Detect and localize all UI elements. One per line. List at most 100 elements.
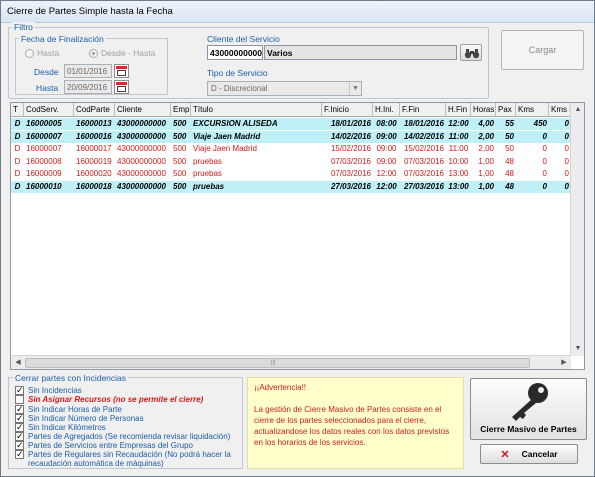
table-cell: 16000020: [76, 169, 112, 178]
table-cell: 0: [564, 169, 569, 178]
cierre-masivo-label: Cierre Masivo de Partes: [480, 424, 577, 434]
column-header[interactable]: F.Fin: [400, 103, 446, 117]
scroll-right-icon[interactable]: ▶: [557, 356, 571, 369]
radio-desde-hasta[interactable]: Desde - Hasta: [89, 48, 155, 58]
incidencia-option[interactable]: Sin Indicar Kilómetros: [15, 422, 240, 433]
cargar-button[interactable]: Cargar: [501, 30, 584, 70]
incidencia-option[interactable]: Sin Indicar Horas de Parte: [15, 404, 240, 415]
table-row[interactable]: D 16000010 16000018 43000000000 500 pruebas 27…: [11, 180, 578, 193]
table-cell: pruebas: [193, 156, 222, 166]
table-cell: 07/03/2016: [330, 156, 371, 166]
tipo-servicio-value: D - Discrecional: [211, 84, 268, 93]
warning-panel: ¡¡Advertencia!! La gestión de Cierre Mas…: [247, 377, 464, 469]
table-cell: Viaje Jaen Madrid: [193, 144, 257, 153]
table-cell: 55: [505, 119, 514, 128]
table-row[interactable]: D 16000005 16000013 43000000000 500 EXCURSION…: [11, 118, 579, 130]
column-header[interactable]: CodServ.: [24, 103, 74, 117]
column-header[interactable]: Pax: [496, 103, 516, 117]
hasta-date-field[interactable]: 20/09/2016: [64, 80, 112, 94]
table-cell: 2,00: [478, 131, 494, 141]
checkbox[interactable]: [15, 385, 24, 396]
table-cell: 50: [505, 131, 514, 141]
desde-date-field[interactable]: 01/01/2016: [64, 64, 112, 78]
cierre-masivo-button[interactable]: Cierre Masivo de Partes: [470, 378, 587, 440]
table-cell: 16000010: [26, 181, 62, 191]
table-cell: 16000008: [26, 156, 62, 166]
column-header[interactable]: Kms: [516, 103, 549, 117]
table-cell: 48: [505, 169, 514, 178]
table-cell: 16000018: [76, 181, 112, 191]
radio-hasta[interactable]: Hasta: [25, 48, 59, 58]
hasta-label: Hasta: [36, 83, 59, 93]
table-cell: D: [14, 131, 21, 141]
incidencia-option[interactable]: Sin Indicar Número de Personas: [15, 413, 240, 424]
table-cell: 500: [173, 169, 187, 178]
table-cell: 1,00: [478, 169, 494, 178]
column-header[interactable]: Cliente: [115, 103, 171, 117]
scroll-left-icon[interactable]: ◀: [11, 356, 25, 369]
cancelar-button[interactable]: ✕ Cancelar: [480, 444, 578, 464]
radio-desde-hasta-circle: [89, 48, 98, 58]
table-cell: 1,00: [478, 156, 494, 166]
incidencia-label: Partes de Servicios entre Empresas del G…: [28, 441, 193, 450]
hasta-calendar-icon[interactable]: [114, 80, 129, 94]
partes-grid[interactable]: T CodServ. CodParte Cliente Emp Título F.Inici…: [10, 102, 585, 370]
table-cell: 12:00: [376, 181, 397, 191]
scroll-down-icon[interactable]: ▼: [571, 342, 584, 356]
checkbox[interactable]: [15, 395, 24, 404]
table-row[interactable]: D 16000008 16000019 43000000000 500 pruebas 07…: [11, 156, 579, 168]
incidencia-option[interactable]: Partes de Regulares sin Recaudación (No …: [15, 449, 240, 468]
desde-calendar-icon[interactable]: [114, 64, 129, 78]
table-cell: 500: [173, 119, 187, 128]
table-cell: 16000019: [76, 156, 112, 166]
scroll-up-icon[interactable]: ▲: [571, 103, 584, 117]
table-row[interactable]: D 16000009 16000020 43000000000 500 pruebas 07…: [11, 168, 579, 180]
horizontal-scrollbar[interactable]: ◀ ||| ▶: [11, 355, 571, 369]
column-header[interactable]: Horas: [471, 103, 496, 117]
table-cell: 16000016: [76, 131, 112, 141]
vertical-scrollbar[interactable]: ▲ ▼: [570, 103, 584, 356]
incidencia-label: Sin Asignar Recursos (no se permite el c…: [28, 395, 204, 404]
table-cell: 43000000000: [117, 131, 166, 141]
title-bar: Cierre de Partes Simple hasta la Fecha: [1, 1, 594, 23]
table-row[interactable]: D 16000007 16000016 43000000000 500 Viaje Jae…: [11, 130, 578, 143]
table-cell: 0: [542, 144, 547, 153]
incidencia-label: Sin Indicar Número de Personas: [28, 414, 144, 423]
table-cell: 2,00: [478, 144, 494, 153]
column-header[interactable]: T: [11, 103, 24, 117]
tipo-servicio-select[interactable]: D - Discrecional ▼: [207, 81, 362, 96]
table-cell: D: [14, 181, 21, 191]
table-row[interactable]: D 16000007 16000017 43000000000 500 Viaje Jae…: [11, 143, 579, 155]
table-cell: 08:00: [376, 119, 397, 128]
incidencia-label: Partes de Agregados (Se recomienda revis…: [28, 432, 231, 441]
table-cell: 48: [505, 181, 514, 191]
table-cell: 50: [505, 144, 514, 153]
incidencia-option[interactable]: Sin Asignar Recursos (no se permite el c…: [15, 395, 240, 404]
scroll-thumb[interactable]: |||: [25, 358, 530, 368]
table-cell: 07/03/2016: [403, 156, 444, 166]
table-cell: Viaje Jaen Madrid: [193, 131, 261, 141]
column-header[interactable]: H.Ini.: [373, 103, 400, 117]
incidencia-label: Sin Incidencias: [28, 386, 82, 395]
search-binoculars-button[interactable]: [460, 44, 482, 61]
table-cell: 43000000000: [117, 169, 166, 178]
table-cell: 0: [564, 131, 569, 141]
column-header[interactable]: Kms Ex.: [549, 103, 571, 117]
table-cell: 11:00: [448, 131, 469, 141]
incidencia-label: Sin Indicar Horas de Parte: [28, 405, 122, 414]
table-cell: 43000000000: [117, 181, 166, 191]
table-cell: 16000009: [26, 169, 62, 178]
incidencia-option[interactable]: Partes de Agregados (Se recomienda revis…: [15, 431, 240, 442]
table-cell: 18/01/2016: [403, 119, 444, 128]
incidencia-option[interactable]: Sin Incidencias: [15, 385, 240, 396]
cliente-code-field[interactable]: 43000000000: [207, 45, 263, 60]
incidencia-option[interactable]: Partes de Servicios entre Empresas del G…: [15, 440, 240, 451]
column-header[interactable]: Emp: [171, 103, 191, 117]
column-header[interactable]: Título: [191, 103, 322, 117]
table-cell: 450: [533, 119, 547, 128]
column-header[interactable]: F.Inicio: [322, 103, 373, 117]
column-header[interactable]: H.Fin: [446, 103, 471, 117]
checkbox[interactable]: [15, 449, 24, 460]
column-header[interactable]: CodParte: [74, 103, 115, 117]
table-cell: 12:00: [448, 119, 469, 128]
